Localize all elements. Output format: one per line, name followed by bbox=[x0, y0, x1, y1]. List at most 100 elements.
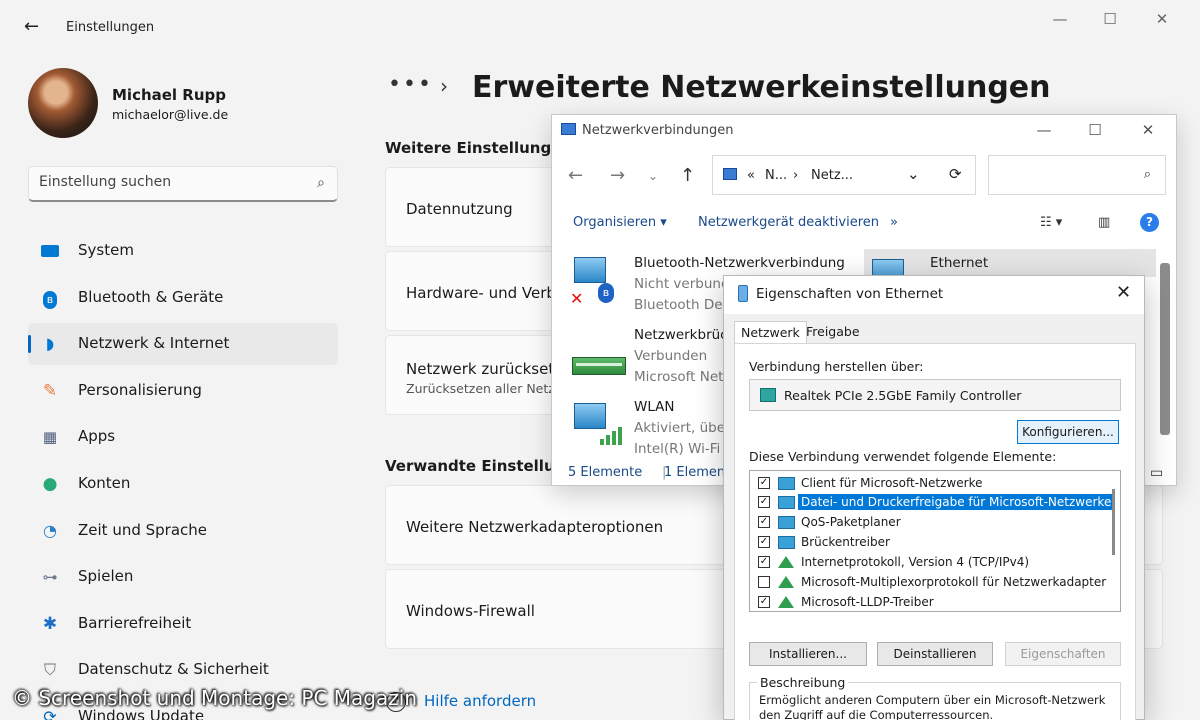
adapter-name: Realtek PCIe 2.5GbE Family Controller bbox=[784, 388, 1022, 403]
sidebar-item-accessibility[interactable]: ✱ Barrierefreiheit bbox=[28, 603, 338, 645]
list-scrollbar[interactable] bbox=[1112, 489, 1115, 555]
app-title: Einstellungen bbox=[66, 20, 155, 35]
scrollbar[interactable] bbox=[1160, 263, 1170, 435]
recent-locations-icon[interactable]: ⌄ bbox=[648, 169, 658, 183]
checkbox[interactable]: ✓ bbox=[758, 496, 770, 508]
sidebar-item-system[interactable]: System bbox=[28, 230, 338, 272]
explorer-search-box[interactable]: ⌕ bbox=[988, 155, 1166, 195]
list-item-label: Microsoft-Multiplexorprotokoll für Netzw… bbox=[801, 575, 1107, 589]
title-bar: ← Einstellungen — ☐ ✕ bbox=[0, 0, 1200, 56]
minimize-icon[interactable]: — bbox=[1050, 10, 1070, 28]
preview-pane-icon[interactable]: ▥ bbox=[1098, 215, 1110, 230]
checkbox[interactable]: ✓ bbox=[758, 516, 770, 528]
sidebar-nav: System ʙ Bluetooth & Geräte ◗ Netzwerk &… bbox=[28, 230, 338, 720]
network-connections-icon bbox=[561, 123, 576, 135]
close-icon[interactable]: ✕ bbox=[1152, 10, 1172, 28]
sidebar-item-apps[interactable]: ▦ Apps bbox=[28, 416, 338, 458]
list-item-label: Datei- und Druckerfreigabe für Microsoft… bbox=[798, 494, 1115, 510]
list-item[interactable]: ✓ Datei- und Druckerfreigabe für Microso… bbox=[758, 493, 1115, 512]
connection-name[interactable]: Netzwerkbrücke bbox=[634, 327, 724, 343]
details-view-icon[interactable]: ▭ bbox=[1150, 465, 1163, 481]
address-bar[interactable]: « N... › Netz... ⌄ ⟳ bbox=[712, 155, 976, 195]
sidebar-item-personalization[interactable]: ✎ Personalisierung bbox=[28, 370, 338, 412]
back-arrow-icon[interactable]: ← bbox=[24, 16, 39, 37]
ethernet-icon[interactable] bbox=[870, 253, 912, 277]
user-email: michaelor@live.de bbox=[112, 107, 229, 122]
breadcrumb-more-button[interactable]: ••• bbox=[388, 72, 433, 97]
connection-status: Nicht verbunden bbox=[634, 276, 724, 292]
address-crumb[interactable]: N... bbox=[765, 168, 787, 183]
sidebar-item-network[interactable]: ◗ Netzwerk & Internet bbox=[28, 323, 338, 366]
breadcrumb-separator: › bbox=[440, 74, 448, 98]
avatar[interactable] bbox=[28, 68, 98, 138]
sidebar-item-label: Zeit und Sprache bbox=[78, 520, 208, 539]
list-item[interactable]: ✓ QoS-Paketplaner bbox=[758, 513, 1106, 532]
search-icon[interactable]: ⌕ bbox=[317, 175, 325, 191]
disable-device-button[interactable]: Netzwerkgerät deaktivieren bbox=[698, 215, 879, 230]
network-bridge-icon[interactable] bbox=[570, 343, 626, 387]
refresh-icon[interactable]: ⟳ bbox=[949, 165, 962, 183]
sidebar-item-label: Netzwerk & Internet bbox=[78, 334, 230, 353]
list-item[interactable]: ✓ Client für Microsoft-Netzwerke bbox=[758, 474, 1106, 493]
sidebar-item-time-language[interactable]: ◔ Zeit und Sprache bbox=[28, 510, 338, 552]
connection-name[interactable]: Ethernet bbox=[930, 255, 988, 271]
configure-button[interactable]: Konfigurieren... bbox=[1017, 420, 1119, 444]
components-list[interactable]: ✓ Client für Microsoft-Netzwerke ✓ Datei… bbox=[749, 470, 1121, 612]
checkbox[interactable] bbox=[758, 576, 770, 588]
connection-name[interactable]: WLAN bbox=[634, 399, 675, 415]
sidebar-item-label: Barrierefreiheit bbox=[78, 613, 192, 632]
checkbox[interactable]: ✓ bbox=[758, 536, 770, 548]
apps-icon: ▦ bbox=[42, 428, 58, 447]
bluetooth-network-icon[interactable]: ✕ ʙ bbox=[570, 257, 614, 308]
settings-search-box[interactable]: ⌕ bbox=[28, 166, 338, 202]
elements-label: Diese Verbindung verwendet folgende Elem… bbox=[749, 449, 1057, 464]
description-text-line: den Zugriff auf die Computerressourcen. bbox=[759, 708, 994, 720]
checkbox[interactable]: ✓ bbox=[758, 477, 770, 489]
list-item[interactable]: ✓ Internetprotokoll, Version 4 (TCP/IPv4… bbox=[758, 553, 1106, 572]
close-icon[interactable]: ✕ bbox=[1138, 121, 1158, 139]
person-icon: ● bbox=[42, 473, 58, 494]
wlan-icon[interactable] bbox=[570, 403, 622, 447]
back-arrow-icon[interactable]: ← bbox=[568, 165, 583, 186]
maximize-icon[interactable]: ☐ bbox=[1085, 121, 1105, 139]
chevron-down-icon[interactable]: ⌄ bbox=[907, 165, 920, 183]
connection-status: Aktiviert, überbrückt bbox=[634, 420, 724, 436]
tab-network[interactable]: Netzwerk bbox=[734, 321, 807, 343]
more-commands-button[interactable]: » bbox=[890, 215, 898, 230]
protocol-icon bbox=[778, 556, 794, 568]
help-icon[interactable]: ? bbox=[1140, 213, 1159, 232]
properties-button: Eigenschaften bbox=[1005, 642, 1121, 666]
card-title: Weitere Netzwerkadapteroptionen bbox=[406, 518, 664, 536]
search-input[interactable] bbox=[39, 174, 299, 190]
sidebar-item-bluetooth[interactable]: ʙ Bluetooth & Geräte bbox=[28, 277, 338, 319]
sidebar-item-gaming[interactable]: ⊶ Spielen bbox=[28, 556, 338, 598]
copyright-watermark: © Screenshot und Montage: PC Magazin bbox=[12, 686, 417, 710]
tab-sharing[interactable]: Freigabe bbox=[800, 321, 866, 343]
connection-status: Verbunden bbox=[634, 348, 708, 364]
address-overflow[interactable]: « bbox=[747, 168, 755, 183]
list-item-label: Client für Microsoft-Netzwerke bbox=[801, 476, 983, 490]
list-item[interactable]: ✓ Brückentreiber bbox=[758, 533, 1106, 552]
uninstall-button[interactable]: Deinstallieren bbox=[877, 642, 993, 666]
search-icon[interactable]: ⌕ bbox=[1144, 167, 1151, 182]
get-help-link[interactable]: Hilfe anfordern bbox=[424, 692, 536, 710]
close-icon[interactable]: ✕ bbox=[1116, 282, 1131, 303]
minimize-icon[interactable]: — bbox=[1034, 121, 1054, 139]
connection-device: Bluetooth Device bbox=[634, 297, 724, 313]
maximize-icon[interactable]: ☐ bbox=[1100, 10, 1120, 28]
checkbox[interactable]: ✓ bbox=[758, 596, 770, 608]
adapter-field: Realtek PCIe 2.5GbE Family Controller bbox=[749, 379, 1121, 411]
network-adapter-icon bbox=[760, 388, 776, 402]
view-options-icon[interactable]: ☷ ▾ bbox=[1040, 215, 1062, 230]
address-crumb[interactable]: Netz... bbox=[811, 168, 853, 183]
list-item[interactable]: Microsoft-Multiplexorprotokoll für Netzw… bbox=[758, 573, 1106, 592]
checkbox[interactable]: ✓ bbox=[758, 556, 770, 568]
install-button[interactable]: Installieren... bbox=[749, 642, 867, 666]
up-arrow-icon[interactable]: ↑ bbox=[680, 165, 695, 186]
list-item[interactable]: ✓ Microsoft-LLDP-Treiber bbox=[758, 593, 1106, 611]
connection-name[interactable]: Bluetooth-Netzwerkverbindung bbox=[634, 255, 845, 271]
organize-menu[interactable]: Organisieren ▾ bbox=[573, 215, 667, 230]
sidebar-item-accounts[interactable]: ● Konten bbox=[28, 463, 338, 505]
forward-arrow-icon[interactable]: → bbox=[610, 165, 625, 186]
item-count: 5 Elemente bbox=[568, 465, 643, 480]
